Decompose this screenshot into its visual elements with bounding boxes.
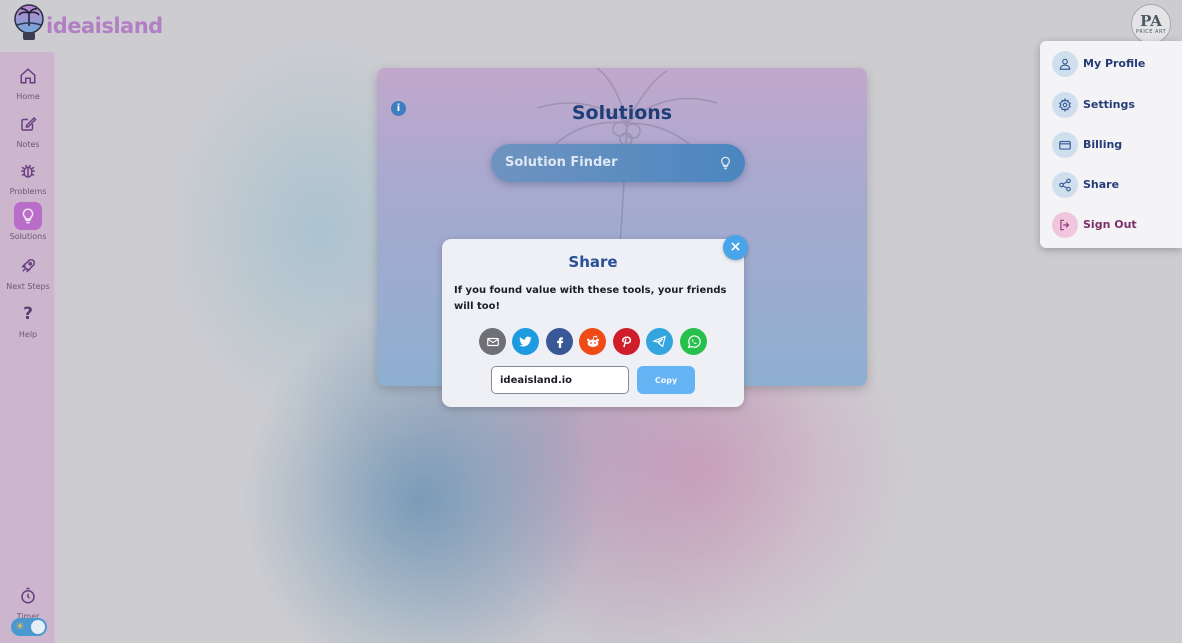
avatar-subtext: PRICE ART [1135, 28, 1167, 35]
sign-out-icon [1052, 212, 1078, 238]
credit-card-icon [1052, 132, 1078, 158]
avatar-initials: PA [1140, 11, 1162, 30]
email-icon [486, 337, 499, 346]
toggle-knob [31, 620, 45, 634]
page-title: Solutions [571, 102, 673, 124]
sidebar-item-label: Help [18, 330, 38, 339]
sidebar-item-label: Problems [9, 187, 47, 196]
modal-message: If you found value with these tools, you… [454, 285, 727, 312]
whatsapp-icon [687, 334, 701, 348]
menu-item-label: Settings [1083, 98, 1135, 111]
telegram-icon [652, 335, 666, 348]
sidebar-item-help[interactable]: ? Help [0, 300, 56, 339]
twitter-share-button[interactable] [512, 328, 539, 355]
menu-item-my-profile[interactable]: My Profile [1052, 51, 1180, 77]
sidebar-item-problems[interactable]: Problems [0, 157, 56, 196]
top-header: ideaisland PA PRICE ART [0, 0, 1182, 52]
sidebar-item-label: Solutions [9, 232, 47, 241]
reddit-share-button[interactable] [579, 328, 606, 355]
gear-icon [1052, 92, 1078, 118]
avatar[interactable]: PA PRICE ART [1131, 4, 1171, 44]
sidebar-item-label: Next Steps [6, 282, 50, 291]
telegram-share-button[interactable] [646, 328, 673, 355]
facebook-icon [556, 336, 563, 348]
edit-icon [14, 110, 42, 138]
menu-item-share[interactable]: Share [1052, 172, 1180, 198]
menu-item-settings[interactable]: Settings [1052, 92, 1180, 118]
share-modal: Share If you found value with these tool… [442, 239, 744, 407]
menu-item-label: Sign Out [1083, 218, 1137, 231]
sidebar-item-home[interactable]: Home [0, 62, 56, 101]
sidebar-item-label: Notes [16, 140, 40, 149]
profile-dropdown-menu: My Profile Settings Billing Share Sign O… [1040, 41, 1182, 248]
twitter-icon [519, 336, 532, 347]
pinterest-icon [622, 336, 632, 348]
menu-item-label: Billing [1083, 138, 1123, 151]
share-icon [1052, 172, 1078, 198]
question-icon: ? [23, 304, 33, 324]
lightbulb-icon [718, 154, 733, 176]
logo-icon[interactable] [12, 4, 46, 44]
email-share-button[interactable] [479, 328, 506, 355]
sidebar-item-solutions[interactable]: Solutions [0, 202, 56, 241]
sidebar-item-timer[interactable]: Timer [0, 582, 56, 621]
share-url-input[interactable] [491, 366, 629, 394]
menu-item-sign-out[interactable]: Sign Out [1052, 212, 1180, 238]
sidebar-item-next-steps[interactable]: Next Steps [0, 252, 56, 291]
menu-item-label: My Profile [1083, 57, 1146, 70]
bug-icon [14, 157, 42, 185]
modal-title: Share [568, 253, 618, 271]
solution-finder-label: Solution Finder [505, 155, 618, 170]
menu-item-billing[interactable]: Billing [1052, 132, 1180, 158]
close-icon[interactable]: × [723, 235, 748, 260]
home-icon [14, 62, 42, 90]
timer-icon [14, 582, 42, 610]
theme-toggle[interactable]: ☀ [11, 618, 47, 636]
lightbulb-icon [14, 202, 42, 230]
rocket-icon [14, 252, 42, 280]
sidebar-item-notes[interactable]: Notes [0, 110, 56, 149]
facebook-share-button[interactable] [546, 328, 573, 355]
sidebar: Home Notes Problems Solutions Next Steps… [0, 52, 56, 643]
sidebar-item-label: Home [16, 92, 40, 101]
whatsapp-share-button[interactable] [680, 328, 707, 355]
copy-button[interactable]: Copy [637, 366, 695, 394]
menu-item-label: Share [1083, 178, 1120, 191]
sun-icon: ☀ [15, 620, 25, 633]
brand-name[interactable]: ideaisland [46, 14, 163, 38]
reddit-icon [586, 335, 599, 347]
user-icon [1052, 51, 1078, 77]
pinterest-share-button[interactable] [613, 328, 640, 355]
solution-finder-button[interactable]: Solution Finder [491, 144, 745, 182]
